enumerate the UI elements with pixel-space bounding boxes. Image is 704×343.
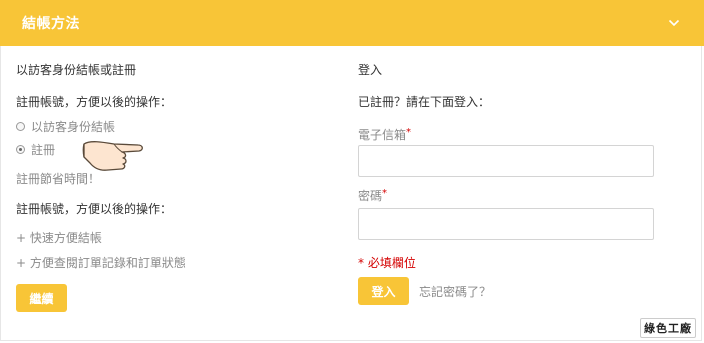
password-field[interactable]: [358, 208, 654, 240]
radio-register-label[interactable]: 註冊: [31, 141, 55, 158]
pointing-hand-icon: [80, 130, 150, 186]
radio-register-button[interactable]: [16, 144, 25, 154]
radio-guest-checkout[interactable]: 以訪客身份結帳: [16, 118, 336, 134]
guest-register-section: 以訪客身份結帳或註冊 註冊帳號，方便以後的操作： 以訪客身份結帳 註冊 註冊節省…: [16, 62, 336, 312]
benefit-item: + 快速方便結帳: [16, 231, 102, 245]
login-heading: 登入: [358, 63, 383, 77]
email-label-text: 電子信箱: [358, 128, 407, 142]
login-button[interactable]: 登入: [358, 277, 409, 305]
radio-guest-button[interactable]: [16, 121, 25, 131]
password-label: 密碼*: [358, 187, 658, 203]
required-star: *: [382, 188, 388, 199]
email-label: 電子信箱*: [358, 126, 658, 142]
password-label-text: 密碼: [358, 189, 383, 203]
header-title: 結帳方法: [22, 16, 80, 32]
continue-button[interactable]: 繼續: [16, 284, 67, 312]
guest-register-heading: 以訪客身份結帳或註冊: [16, 63, 137, 77]
email-field[interactable]: [358, 145, 654, 177]
site-watermark: 綠色工廠: [640, 318, 696, 338]
login-actions: 登入 忘記密碼了？: [358, 277, 658, 305]
required-star: *: [406, 127, 412, 138]
radio-register[interactable]: 註冊: [16, 141, 336, 157]
save-time-text: 註冊節省時間！: [16, 172, 101, 186]
chevron-down-icon[interactable]: [666, 15, 682, 31]
checkout-method-header[interactable]: 結帳方法: [0, 0, 704, 46]
required-fields-note: * 必填欄位: [358, 256, 416, 270]
benefit-item: + 方便查閱訂單記錄和訂單狀態: [16, 256, 186, 270]
forgot-password-link[interactable]: 忘記密碼了？: [419, 283, 491, 300]
login-subheading: 已註冊？請在下面登入：: [358, 95, 491, 109]
register-prompt: 註冊帳號，方便以後的操作：: [16, 95, 173, 109]
login-section: 登入 已註冊？請在下面登入： 電子信箱* 密碼* * 必填欄位 登入 忘記密碼了…: [358, 62, 658, 305]
benefits-heading: 註冊帳號，方便以後的操作：: [16, 202, 173, 216]
